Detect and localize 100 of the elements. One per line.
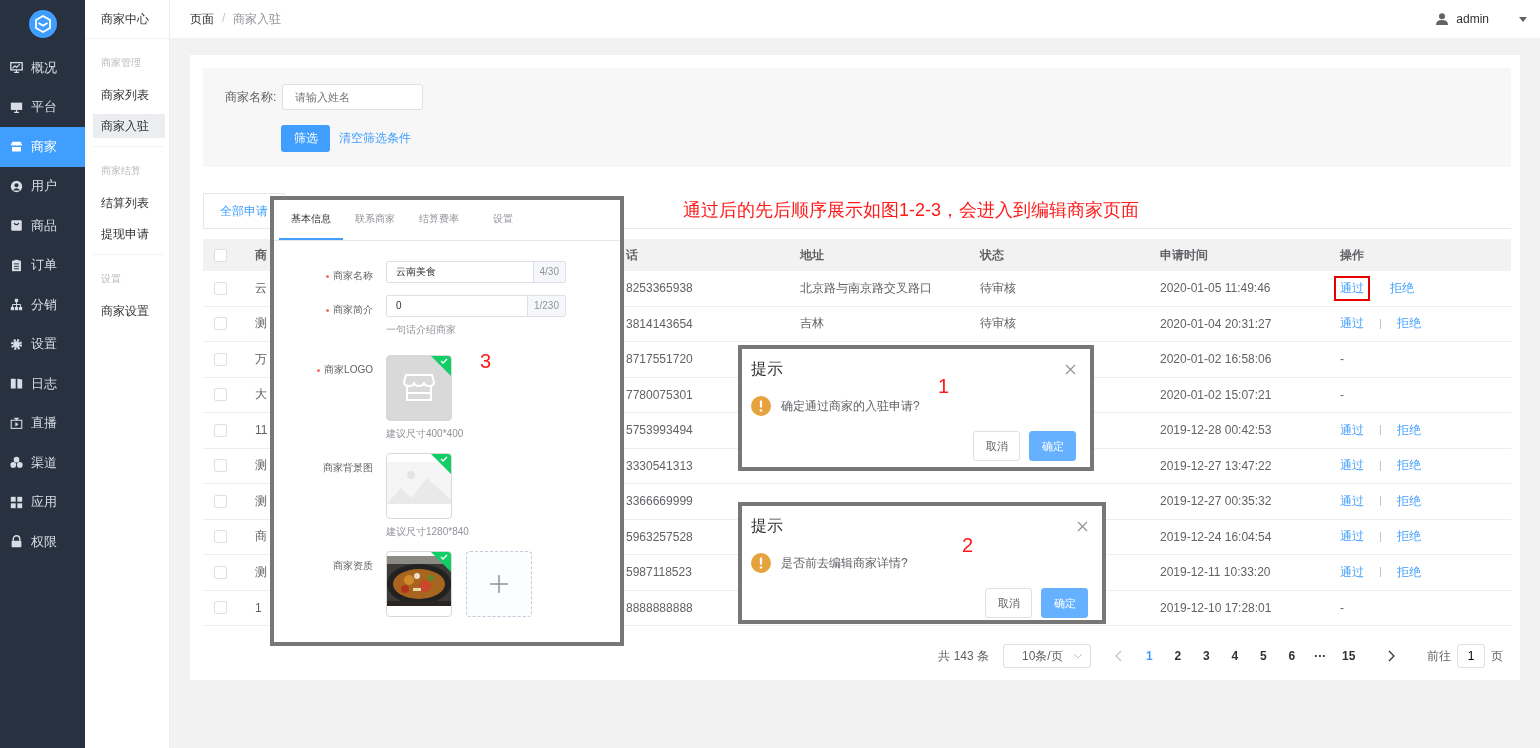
breadcrumb-separator: / bbox=[222, 10, 226, 27]
submenu-item[interactable]: 提现申请 bbox=[93, 222, 165, 246]
table-cell: 万 bbox=[255, 351, 267, 366]
submenu-item[interactable]: 结算列表 bbox=[93, 191, 165, 215]
close-icon[interactable] bbox=[1065, 364, 1076, 375]
page-number[interactable]: 5 bbox=[1249, 649, 1278, 663]
column-header: 商 bbox=[255, 247, 267, 262]
table-cell: 2019-12-27 13:47:22 bbox=[1160, 458, 1272, 473]
page-number[interactable]: 2 bbox=[1163, 649, 1192, 663]
sidebar-item[interactable]: 概况 bbox=[0, 48, 85, 88]
image-tile[interactable] bbox=[386, 355, 452, 421]
breadcrumb-item[interactable]: 页面 bbox=[190, 10, 214, 28]
cancel-button[interactable]: 取消 bbox=[973, 431, 1020, 461]
field-label: 商家背景图 bbox=[323, 462, 373, 473]
checkbox[interactable] bbox=[214, 388, 227, 402]
sidebar-item[interactable]: 渠道 bbox=[0, 443, 85, 483]
table-cell-text: - bbox=[1339, 386, 1345, 404]
warning-icon bbox=[751, 553, 771, 573]
lock-icon bbox=[10, 535, 23, 549]
grid-icon bbox=[10, 495, 23, 509]
page-number[interactable]: 15 bbox=[1334, 649, 1363, 663]
column-header: 话 bbox=[626, 247, 638, 262]
table-cell: 2019-12-10 17:28:01 bbox=[1160, 600, 1272, 615]
next-page-icon[interactable] bbox=[1387, 650, 1395, 662]
sidebar-item[interactable]: 商品 bbox=[0, 206, 85, 246]
column-header: 申请时间 bbox=[1160, 247, 1208, 262]
caret-icon[interactable] bbox=[1519, 16, 1527, 22]
sidebar-item[interactable]: 直播 bbox=[0, 403, 85, 443]
sidebar-item[interactable]: 权限 bbox=[0, 522, 85, 562]
text-input[interactable]: 云南美食 4/30 bbox=[386, 261, 566, 283]
monitor-icon bbox=[10, 100, 23, 114]
submenu-item[interactable]: 商家列表 bbox=[93, 83, 165, 107]
plus-icon bbox=[490, 575, 508, 593]
name-input[interactable]: 请输入姓名 bbox=[282, 84, 424, 110]
field-label: 商家简介 bbox=[326, 304, 373, 315]
user-icon bbox=[10, 179, 23, 193]
checkbox[interactable] bbox=[214, 352, 227, 366]
sidebar-item[interactable]: 应用 bbox=[0, 482, 85, 522]
column-header: 操作 bbox=[1340, 247, 1364, 262]
sidebar-item[interactable]: 分销 bbox=[0, 285, 85, 325]
dialog-title: 提示 bbox=[751, 516, 783, 536]
checkbox[interactable] bbox=[214, 494, 227, 508]
checkbox[interactable] bbox=[214, 530, 227, 544]
submenu-item[interactable]: 商家设置 bbox=[93, 299, 165, 323]
page-size-select[interactable]: 10条/页 bbox=[1003, 644, 1091, 668]
dialog-message: 是否前去编辑商家详情? bbox=[781, 554, 908, 572]
checkbox[interactable] bbox=[214, 423, 227, 437]
chart-icon bbox=[10, 61, 23, 75]
text-input[interactable]: 0 1/230 bbox=[386, 295, 566, 317]
hint-text: 建议尺寸400*400 bbox=[386, 427, 464, 441]
page-input[interactable]: 1 bbox=[1457, 644, 1485, 668]
page-suffix: 页 bbox=[1491, 647, 1503, 665]
checkbox[interactable] bbox=[214, 565, 227, 579]
image-placeholder-icon bbox=[387, 462, 451, 504]
hint-text: 建议尺寸1280*840 bbox=[386, 525, 469, 539]
previous-page-icon[interactable] bbox=[1115, 650, 1123, 662]
sidebar-item[interactable]: 用户 bbox=[0, 166, 85, 206]
table-cell: 2019-12-27 00:35:32 bbox=[1160, 494, 1272, 509]
page-number[interactable]: 3 bbox=[1192, 649, 1221, 663]
image-tile[interactable] bbox=[386, 551, 452, 617]
cancel-button[interactable]: 取消 bbox=[985, 588, 1032, 618]
checkbox[interactable] bbox=[214, 601, 227, 615]
clipboard-icon bbox=[10, 258, 23, 272]
checkbox[interactable] bbox=[214, 248, 227, 262]
submenu-item[interactable]: 商家入驻 bbox=[93, 114, 165, 138]
table-cell-text: - bbox=[1339, 351, 1345, 369]
table-cell: 8888888888 bbox=[626, 600, 693, 615]
table-cell: 5753993494 bbox=[626, 423, 693, 438]
page-number[interactable]: ··· bbox=[1306, 649, 1335, 663]
table-cell: 2019-12-11 10:33:20 bbox=[1160, 565, 1271, 580]
page-number[interactable]: 4 bbox=[1220, 649, 1249, 663]
user-icon bbox=[1436, 13, 1449, 25]
close-icon[interactable] bbox=[1077, 521, 1088, 532]
checkbox[interactable] bbox=[214, 281, 227, 295]
sidebar-item[interactable]: 平台 bbox=[0, 87, 85, 127]
table-cell: 测 bbox=[255, 493, 267, 508]
add-image-button[interactable] bbox=[466, 551, 532, 617]
column-header: 地址 bbox=[800, 247, 824, 262]
sidebar-item[interactable]: 设置 bbox=[0, 324, 85, 364]
submenu-title: 商家中心 bbox=[85, 0, 169, 39]
tab[interactable]: 基本信息 bbox=[279, 200, 343, 240]
image-tile[interactable] bbox=[386, 453, 452, 519]
page-number[interactable]: 6 bbox=[1277, 649, 1306, 663]
table-cell: 11 bbox=[255, 423, 268, 438]
sidebar-item[interactable]: 日志 bbox=[0, 364, 85, 404]
table-cell-text: - bbox=[1339, 599, 1345, 617]
table-cell: 8253365938 bbox=[626, 281, 693, 296]
dialog-message: 确定通过商家的入驻申请? bbox=[781, 397, 920, 415]
table-cell: 云 bbox=[255, 280, 267, 295]
shop-icon bbox=[10, 140, 23, 154]
table-cell: 2019-12-24 16:04:54 bbox=[1160, 529, 1272, 544]
checkbox[interactable] bbox=[214, 459, 227, 473]
circles-icon bbox=[10, 456, 23, 470]
sidebar-item[interactable]: 订单 bbox=[0, 245, 85, 285]
checkbox[interactable] bbox=[214, 317, 227, 331]
book-icon bbox=[10, 377, 23, 391]
user-name[interactable]: admin bbox=[1456, 12, 1489, 26]
field-label: 商家资质 bbox=[333, 560, 373, 571]
table-cell: 5963257528 bbox=[626, 529, 693, 544]
step-number: 3 bbox=[480, 350, 492, 373]
